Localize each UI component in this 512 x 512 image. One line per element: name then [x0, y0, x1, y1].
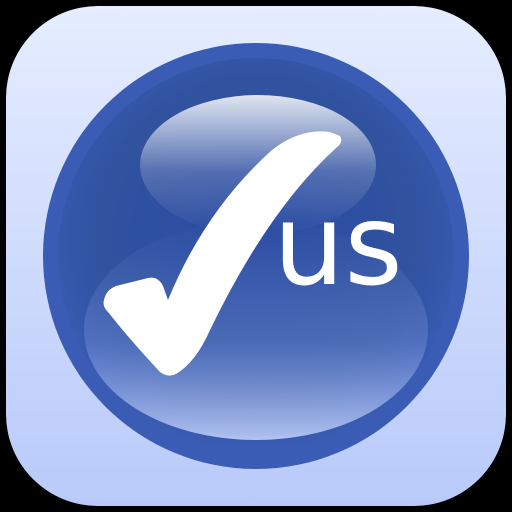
logo-text: us: [273, 181, 402, 311]
app-icon[interactable]: us: [0, 0, 512, 512]
app-icon-graphic: us: [6, 6, 506, 506]
